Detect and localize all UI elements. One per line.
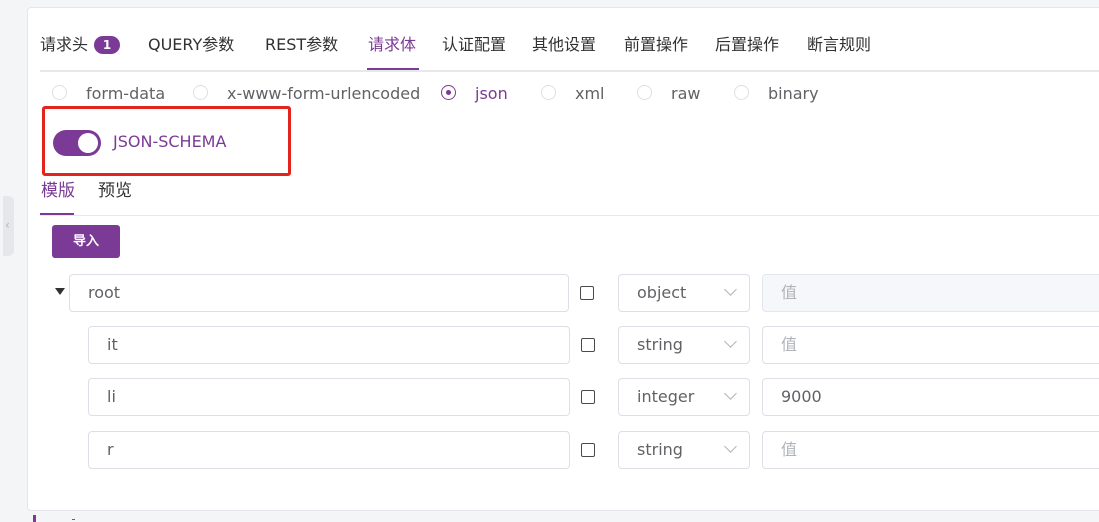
type-select-value: object xyxy=(637,283,687,302)
value-input[interactable]: 值 xyxy=(762,431,1099,469)
radio-circle xyxy=(441,85,456,100)
header-count-badge: 1 xyxy=(94,36,121,54)
tab-headers-label: 请求头 xyxy=(40,35,89,54)
field-name-input[interactable]: root xyxy=(69,274,569,312)
radio-label: binary xyxy=(768,84,819,103)
tab-other-settings[interactable]: 其他设置 xyxy=(532,32,596,70)
tab-assertion-rules[interactable]: 断言规则 xyxy=(807,32,871,70)
type-select[interactable]: string xyxy=(618,326,750,364)
tab-pre-operations[interactable]: 前置操作 xyxy=(624,32,688,70)
value-input[interactable]: 值 xyxy=(762,274,1099,312)
field-name-input[interactable]: r xyxy=(88,431,570,469)
value-placeholder: 值 xyxy=(781,440,798,459)
radio-label: json xyxy=(475,84,508,103)
radio-circle xyxy=(541,85,556,100)
accent-marker xyxy=(33,515,36,522)
chevron-down-icon xyxy=(724,440,737,453)
tab-request-body[interactable]: 请求体 xyxy=(368,32,416,70)
tab-headers[interactable]: 请求头 1 xyxy=(40,32,121,70)
sidebar-collapse-handle[interactable]: ‹ xyxy=(3,196,14,256)
schema-row: r string 值 xyxy=(28,431,1099,469)
type-select-value: string xyxy=(637,440,683,459)
tab-rest-params[interactable]: REST参数 xyxy=(265,32,338,70)
request-tabs: 请求头 1 QUERY参数 REST参数 请求体 认证配置 其他设置 前置操作 后… xyxy=(40,32,1099,72)
value-input[interactable]: 9000 xyxy=(762,378,1099,416)
active-tab-indicator xyxy=(367,68,419,70)
subtab-template[interactable]: 模版 xyxy=(41,179,75,203)
radio-circle xyxy=(193,85,208,100)
field-name-input[interactable]: it xyxy=(88,326,570,364)
chevron-down-icon xyxy=(724,283,737,296)
chevron-left-icon: ‹ xyxy=(5,218,10,232)
schema-row: li integer 9000 xyxy=(28,378,1099,416)
radio-circle xyxy=(52,85,67,100)
type-select-value: integer xyxy=(637,387,695,406)
request-body-panel: 请求头 1 QUERY参数 REST参数 请求体 认证配置 其他设置 前置操作 后… xyxy=(27,7,1099,511)
radio-label: raw xyxy=(671,84,701,103)
required-checkbox[interactable] xyxy=(580,286,594,300)
radio-circle xyxy=(637,85,652,100)
import-button[interactable]: 导入 xyxy=(52,225,120,258)
required-checkbox[interactable] xyxy=(581,390,595,404)
switch-knob xyxy=(78,133,98,153)
tab-query-params[interactable]: QUERY参数 xyxy=(148,32,234,70)
field-name-input[interactable]: li xyxy=(88,378,570,416)
radio-label: xml xyxy=(575,84,605,103)
value-input[interactable]: 值 xyxy=(762,326,1099,364)
radio-circle xyxy=(734,85,749,100)
chevron-down-icon xyxy=(724,335,737,348)
schema-row-root: root object 值 xyxy=(28,274,1099,312)
tab-post-operations[interactable]: 后置操作 xyxy=(715,32,779,70)
type-select[interactable]: string xyxy=(618,431,750,469)
required-checkbox[interactable] xyxy=(581,338,595,352)
type-select[interactable]: object xyxy=(618,274,750,312)
schema-row: it string 值 xyxy=(28,326,1099,364)
caret-down-icon[interactable] xyxy=(55,288,65,295)
schema-subtabs: 模版 预览 xyxy=(40,179,1099,216)
divider-dot xyxy=(72,519,75,520)
tab-auth-config[interactable]: 认证配置 xyxy=(442,32,506,70)
radio-label: x-www-form-urlencoded xyxy=(227,84,421,103)
json-schema-label: JSON-SCHEMA xyxy=(113,132,227,151)
type-select[interactable]: integer xyxy=(618,378,750,416)
body-type-radio-group: form-data x-www-form-urlencoded json xml… xyxy=(52,82,1052,106)
active-subtab-indicator xyxy=(40,213,74,215)
chevron-down-icon xyxy=(724,387,737,400)
type-select-value: string xyxy=(637,335,683,354)
required-checkbox[interactable] xyxy=(581,443,595,457)
json-schema-switch[interactable] xyxy=(53,130,101,156)
value-placeholder: 值 xyxy=(781,335,798,354)
radio-label: form-data xyxy=(86,84,166,103)
subtab-preview[interactable]: 预览 xyxy=(98,179,132,203)
value-placeholder: 值 xyxy=(781,283,798,302)
